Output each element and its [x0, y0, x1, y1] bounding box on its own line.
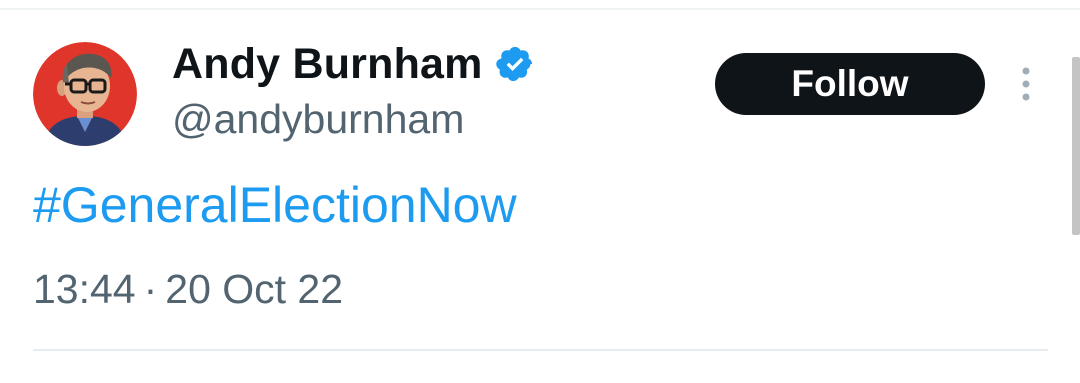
avatar[interactable] — [33, 42, 137, 146]
hashtag-link[interactable]: #GeneralElectionNow — [33, 176, 517, 234]
tweet-time[interactable]: 13:44 — [33, 266, 136, 312]
top-divider — [0, 8, 1080, 10]
display-name[interactable]: Andy Burnham — [172, 40, 483, 89]
user-handle[interactable]: @andyburnham — [172, 96, 464, 143]
verified-badge-icon[interactable] — [495, 44, 535, 84]
scrollbar[interactable] — [1072, 57, 1080, 235]
tweet-date[interactable]: 20 Oct 22 — [165, 266, 343, 312]
avatar-illustration — [33, 42, 137, 146]
more-options-icon[interactable] — [1012, 64, 1040, 104]
timestamp-separator: · — [143, 266, 158, 312]
bottom-divider — [33, 349, 1048, 351]
follow-button[interactable]: Follow — [715, 53, 985, 115]
display-name-row: Andy Burnham — [172, 38, 535, 90]
tweet-card: Andy Burnham @andyburnham Follow #Genera… — [0, 0, 1080, 383]
tweet-timestamp: 13:44 · 20 Oct 22 — [33, 266, 343, 313]
